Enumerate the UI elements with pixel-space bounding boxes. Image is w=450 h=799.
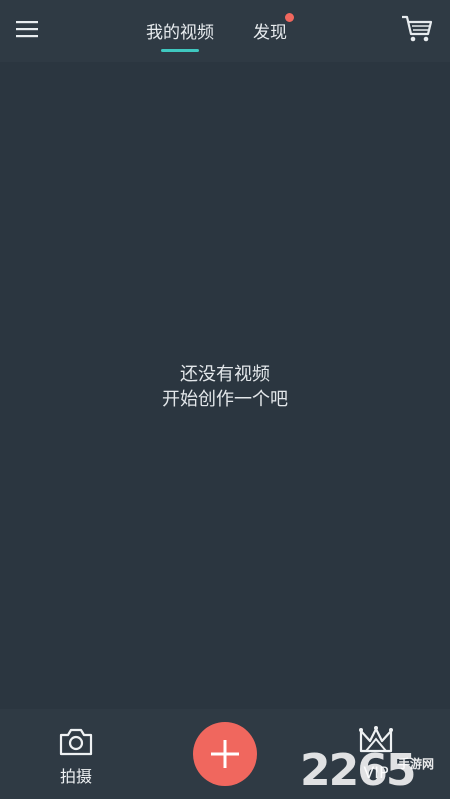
add-video-button[interactable] (193, 722, 257, 786)
camera-icon (59, 728, 93, 756)
empty-state-line-2: 开始创作一个吧 (162, 389, 288, 410)
crown-icon (359, 726, 393, 753)
tab-my-videos[interactable]: 我的视频 (146, 18, 214, 43)
vip-button[interactable]: VIP (350, 725, 402, 782)
hamburger-menu-icon (16, 21, 38, 38)
vip-label: VIP (363, 763, 389, 782)
shopping-cart-icon (402, 15, 433, 42)
shoot-button[interactable]: 拍摄 (50, 727, 102, 787)
cart-button[interactable] (400, 14, 436, 46)
menu-button[interactable] (14, 18, 46, 46)
empty-state-message: 还没有视频 开始创作一个吧 (0, 362, 450, 412)
notification-dot (285, 13, 294, 22)
shoot-label: 拍摄 (59, 767, 92, 786)
active-tab-indicator (161, 49, 199, 52)
top-bar: 我的视频 发现 (0, 0, 450, 62)
plus-icon (211, 740, 239, 768)
bottom-nav-bar: 拍摄 VIP (0, 709, 450, 799)
empty-state-line-1: 还没有视频 (180, 364, 270, 385)
tab-discover[interactable]: 发现 (253, 18, 287, 43)
